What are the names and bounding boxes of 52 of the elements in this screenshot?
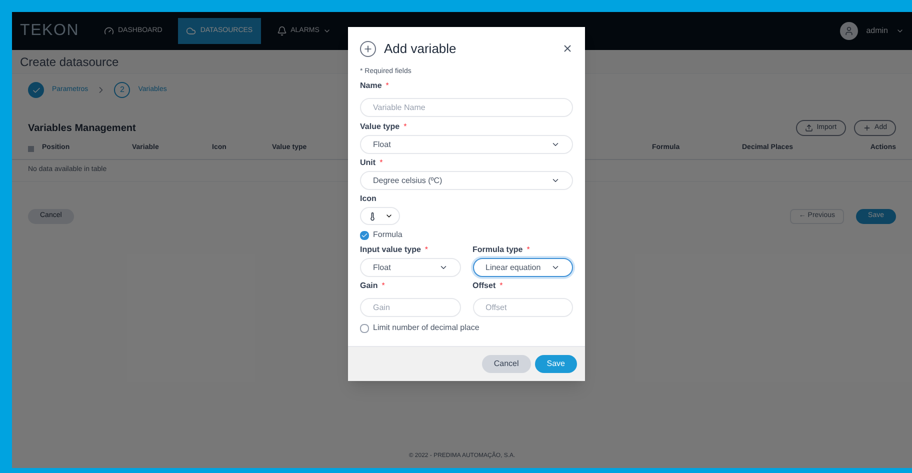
field-label: Icon (360, 194, 376, 204)
select-field[interactable]: Float (360, 135, 573, 154)
section-title: Variables Management (28, 122, 136, 136)
caret-icon (896, 27, 904, 35)
modal-title: Add variable (384, 40, 456, 58)
avatar-icon[interactable] (840, 22, 858, 40)
select-field[interactable]: Degree celsius (ºC) (360, 171, 573, 190)
required-mark: * (382, 281, 385, 291)
sort-icon (28, 146, 34, 152)
logo: TEKON (20, 21, 80, 41)
step-marker: 2 (114, 82, 130, 98)
gauge-icon (104, 26, 114, 36)
required-mark: * (404, 122, 407, 132)
caret-icon (323, 27, 332, 35)
field-label: Name (360, 81, 382, 91)
cloud-icon (186, 26, 196, 36)
caret-icon (551, 263, 560, 272)
field-label: Unit (360, 158, 376, 168)
check-icon (32, 86, 40, 94)
checkbox-label: Formula (373, 229, 402, 241)
select-field[interactable]: Linear equation (472, 258, 573, 277)
checkbox[interactable] (360, 324, 369, 332)
checkbox-label: Limit number of decimal place (373, 322, 480, 334)
required-mark: * (424, 245, 428, 255)
field-label: Value type (360, 122, 400, 132)
caret-icon (384, 212, 392, 220)
field-label: Input value type (360, 245, 421, 255)
icon-picker[interactable] (360, 207, 400, 225)
required-mark: * (526, 245, 530, 255)
checkbox[interactable] (360, 230, 369, 240)
close-icon[interactable] (562, 43, 573, 54)
required-mark: * (386, 81, 389, 91)
save-button[interactable]: Save (534, 355, 577, 373)
bell-icon (276, 26, 287, 36)
required-mark: * (380, 158, 383, 168)
caret-icon (438, 263, 448, 272)
required-mark: * (500, 281, 503, 291)
caret-icon (551, 176, 560, 185)
upload-icon (804, 124, 813, 132)
page-title: Create datasource (20, 54, 119, 70)
caret-icon (551, 140, 560, 149)
select-field[interactable]: Float (360, 258, 460, 277)
plus-icon (862, 124, 871, 132)
field-label: Offset (472, 281, 496, 291)
input-field[interactable]: Variable Name (360, 98, 573, 117)
thermometer-icon (368, 212, 376, 220)
field-label: Gain (360, 281, 378, 291)
input-field[interactable]: Offset (472, 298, 573, 317)
cancel-button[interactable]: Cancel (482, 355, 531, 373)
input-field[interactable]: Gain (360, 298, 460, 317)
field-label: Formula type (472, 245, 523, 255)
user-menu[interactable]: admin (866, 25, 888, 37)
